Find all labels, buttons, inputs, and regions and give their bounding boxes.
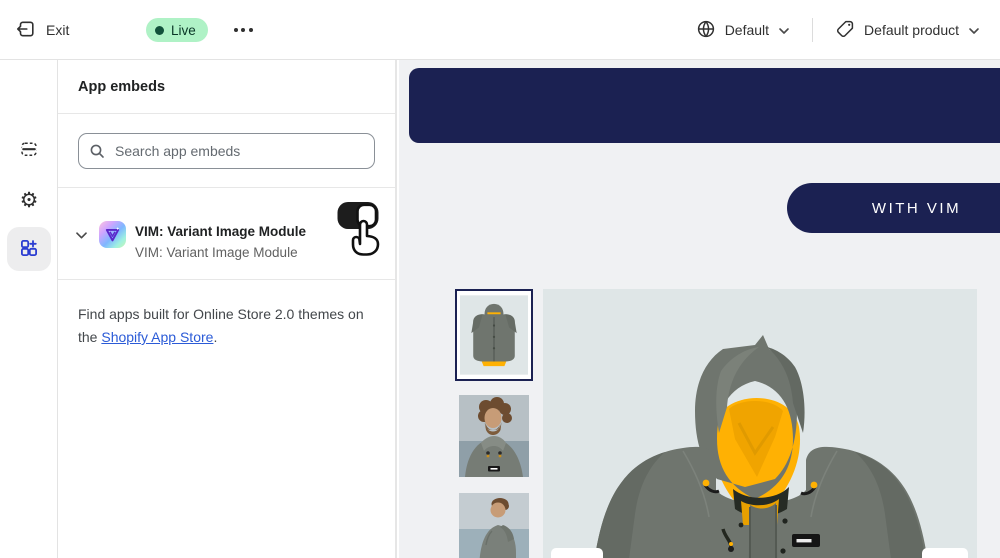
- product-thumbnail-2[interactable]: [459, 395, 529, 477]
- dot-icon: [249, 28, 253, 32]
- dot-icon: [241, 28, 245, 32]
- search-icon: [89, 143, 105, 164]
- globe-icon: [696, 19, 716, 42]
- live-label: Live: [171, 23, 196, 38]
- panel-header: App embeds: [58, 60, 395, 114]
- gallery-prev-button[interactable]: [551, 548, 603, 558]
- topbar: Exit Live Default: [0, 0, 1000, 60]
- preview-header-bar: [409, 68, 1000, 143]
- dot-icon: [234, 28, 238, 32]
- exit-button[interactable]: Exit: [16, 14, 69, 46]
- chevron-down-icon: [968, 22, 980, 38]
- app-embeds-panel: App embeds VIM: Variant Image Module VIM…: [58, 60, 397, 558]
- search-input[interactable]: [78, 133, 375, 169]
- chevron-down-icon: [778, 22, 790, 38]
- with-vim-button[interactable]: WITH VIM: [787, 183, 1000, 233]
- embed-toggle[interactable]: [336, 200, 382, 262]
- gallery-next-button[interactable]: [922, 548, 968, 558]
- sections-icon: [19, 139, 39, 162]
- language-label: Default: [725, 22, 769, 38]
- exit-icon: [16, 19, 36, 42]
- product-thumbnail-3[interactable]: [459, 493, 529, 558]
- chevron-down-icon[interactable]: [73, 224, 90, 247]
- embed-subtitle: VIM: Variant Image Module: [135, 242, 306, 263]
- more-actions-button[interactable]: [226, 18, 260, 42]
- product-label: Default product: [864, 22, 959, 38]
- shopify-app-store-link[interactable]: Shopify App Store: [101, 329, 213, 345]
- live-dot-icon: [155, 26, 164, 35]
- tag-icon: [835, 19, 855, 42]
- search-section: [58, 114, 395, 188]
- product-main-image[interactable]: [543, 289, 977, 558]
- app-embeds-icon: [19, 238, 39, 261]
- vim-app-icon: [99, 221, 126, 248]
- sidebar-item-sections[interactable]: [7, 128, 51, 172]
- product-selector[interactable]: Default product: [827, 13, 988, 48]
- product-thumbnail-selected[interactable]: [455, 289, 533, 381]
- app-embed-row: VIM: Variant Image Module VIM: Variant I…: [58, 188, 395, 280]
- sidebar-item-app-embeds[interactable]: [7, 227, 51, 271]
- topbar-divider: [812, 18, 813, 42]
- embed-title: VIM: Variant Image Module: [135, 221, 306, 242]
- topbar-right-group: Default Default product: [688, 0, 988, 60]
- live-badge: Live: [146, 18, 208, 42]
- footer-text-period: .: [213, 329, 217, 345]
- left-icon-rail: ⚙: [0, 60, 58, 558]
- exit-label: Exit: [46, 22, 69, 38]
- gear-icon: ⚙: [20, 190, 39, 211]
- theme-preview: WITH VIM: [399, 60, 1000, 558]
- jacket-brand-label: [797, 539, 812, 542]
- embed-titles: VIM: Variant Image Module VIM: Variant I…: [135, 221, 306, 264]
- sidebar-item-theme-settings[interactable]: ⚙: [7, 178, 51, 222]
- panel-footer-text: Find apps built for Online Store 2.0 the…: [58, 280, 395, 349]
- language-selector[interactable]: Default: [688, 13, 798, 48]
- page-title: App embeds: [78, 79, 165, 95]
